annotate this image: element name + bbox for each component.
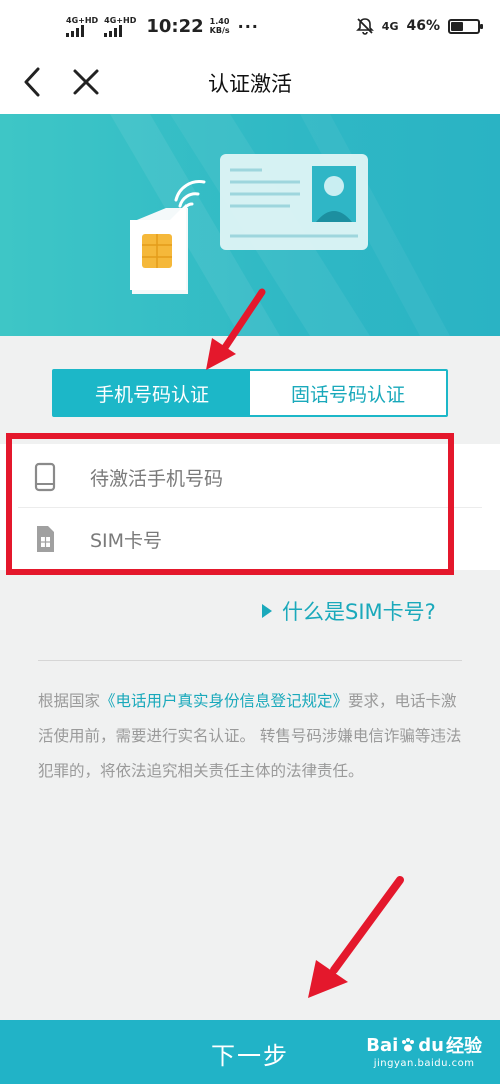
- battery-icon: [448, 18, 483, 34]
- mute-icon: [355, 18, 374, 35]
- signal-indicator-2: 4G+HD: [104, 16, 136, 37]
- sim-help-label: 什么是SIM卡号?: [282, 600, 436, 624]
- legal-notice: 根据国家《电话用户真实身份信息登记规定》要求，电话卡激活使用前，需要进行实名认证…: [38, 692, 462, 780]
- regulation-link[interactable]: 《电话用户真实身份信息登记规定》: [100, 692, 348, 710]
- network-speed: 1.40 KB/s: [209, 17, 230, 35]
- next-step-button[interactable]: 下一步 Bai du 经验 jingyan.baidu.com: [0, 1020, 500, 1084]
- annotation-arrow-bottom: [308, 876, 404, 998]
- page-title: 认证激活: [208, 72, 292, 96]
- status-time: 10:22: [146, 15, 204, 37]
- triangle-right-icon: [262, 604, 272, 618]
- section-divider: [38, 660, 462, 661]
- highlight-box: [6, 433, 454, 575]
- network-type: 4G: [381, 19, 399, 33]
- nav-bar: 认证激活: [0, 52, 500, 114]
- status-bar: 4G+HD 4G+HD 10:22 1.40 KB/s ··· 4G 46%: [0, 0, 500, 52]
- sim-card-illustration: [130, 204, 188, 294]
- tab-landline-verification[interactable]: 固话号码认证: [250, 371, 446, 415]
- verification-tabs: 手机号码认证 固话号码认证: [52, 369, 448, 417]
- baidu-jingyan-watermark: Bai du 经验 jingyan.baidu.com: [366, 1034, 482, 1070]
- battery-percent: 46%: [406, 18, 440, 34]
- id-card-icon: [220, 154, 368, 250]
- more-notifications: ···: [237, 16, 259, 36]
- signal-indicator-1: 4G+HD: [66, 16, 98, 37]
- tab-mobile-verification[interactable]: 手机号码认证: [54, 371, 250, 415]
- sim-help-link[interactable]: 什么是SIM卡号?: [262, 596, 436, 626]
- annotation-arrow-top: [206, 288, 266, 370]
- paw-icon: [402, 1038, 415, 1052]
